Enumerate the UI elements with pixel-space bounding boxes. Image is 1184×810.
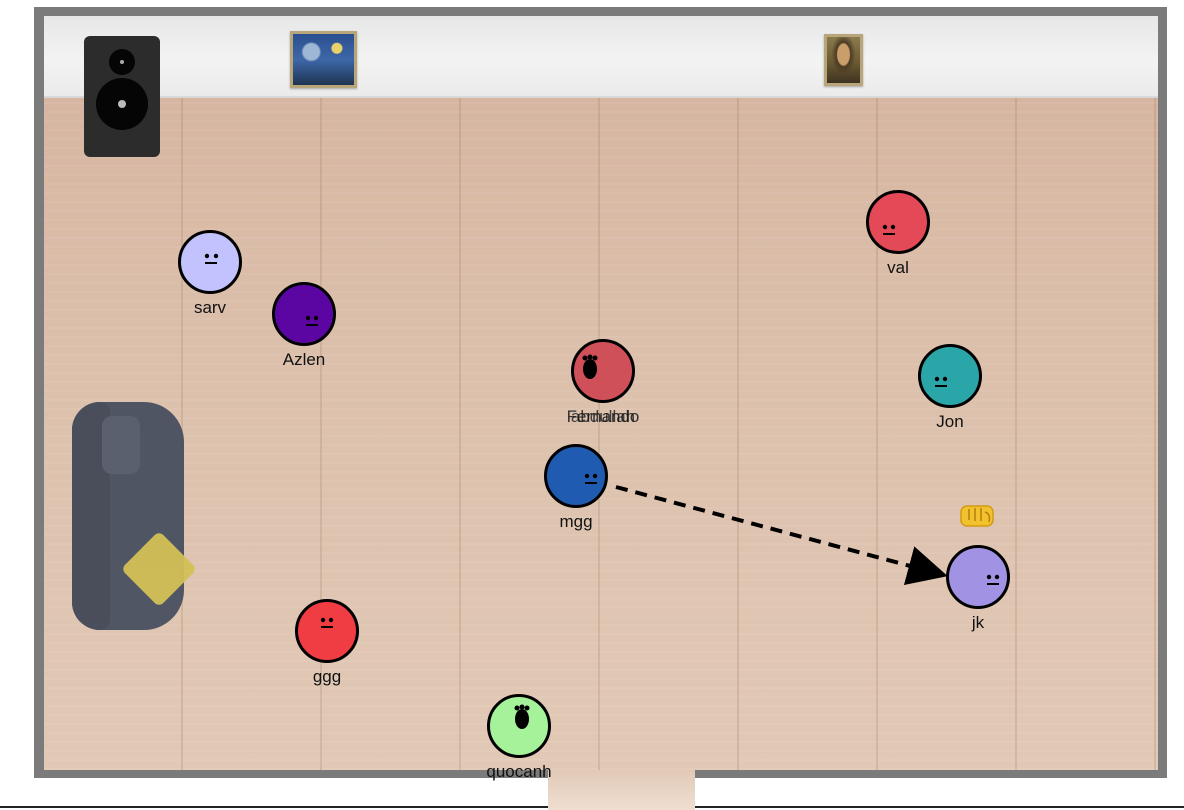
player-name: quocanh	[486, 762, 552, 781]
fist-bump-icon	[960, 505, 994, 527]
player-name: val	[887, 258, 909, 277]
neutral-face-icon	[882, 224, 896, 235]
neutral-face-icon	[584, 473, 598, 484]
player-name: Azlen	[282, 350, 326, 369]
player-name: ggg	[312, 667, 342, 686]
player-name: Jon	[936, 412, 964, 431]
player-name: jk	[971, 613, 985, 632]
neutral-face-icon	[305, 315, 319, 326]
interaction-arrow	[615, 485, 948, 586]
player-name: mgg	[559, 512, 593, 531]
neutral-face-icon	[934, 376, 948, 387]
shhh-face-icon	[514, 704, 530, 729]
player-name: sarv	[193, 298, 227, 317]
neutral-face-icon	[204, 253, 219, 264]
overlapping-player-name: abdullah	[570, 407, 636, 426]
neutral-face-icon	[986, 574, 1000, 585]
neutral-face-icon	[320, 617, 334, 628]
shhh-face-icon	[582, 354, 598, 379]
